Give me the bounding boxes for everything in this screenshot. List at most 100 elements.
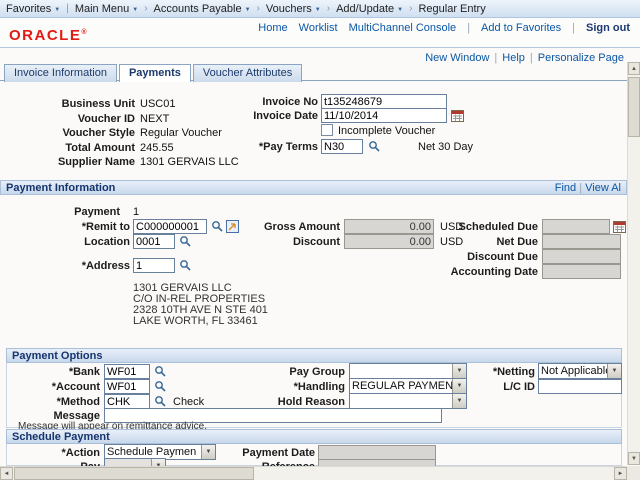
address-input[interactable] — [133, 258, 175, 273]
netting-value: Not Applicable — [539, 364, 607, 378]
add-to-favorites-link[interactable]: Add to Favorites — [481, 22, 561, 34]
lc-id-input[interactable] — [538, 379, 622, 394]
payment-date-input — [318, 445, 436, 460]
payment-options-header: Payment Options — [6, 348, 622, 363]
handling-value: REGULAR PAYMENTS — [350, 379, 452, 393]
accounting-date-input — [542, 264, 621, 279]
incomplete-voucher-checkbox[interactable] — [321, 124, 333, 136]
tab-invoice-information[interactable]: Invoice Information — [4, 64, 117, 82]
page-action-links: New Window | Help | Personalize Page — [425, 52, 624, 64]
view-all-link[interactable]: View Al — [585, 182, 621, 194]
tab-voucher-attributes[interactable]: Voucher Attributes — [193, 64, 302, 82]
horizontal-scroll-thumb[interactable] — [14, 467, 254, 480]
sign-out-link[interactable]: Sign out — [586, 22, 630, 34]
breadcrumb-add-update-label: Add/Update — [336, 3, 394, 15]
multichannel-console-link[interactable]: MultiChannel Console — [349, 22, 457, 34]
payment-options-title: Payment Options — [12, 350, 102, 362]
scrollbar-corner — [627, 466, 640, 480]
registered-mark: ® — [81, 29, 86, 36]
breadcrumb-current-page: Regular Entry — [418, 3, 485, 15]
help-link[interactable]: Help — [502, 52, 525, 64]
chevron-down-icon: ▼ — [54, 7, 60, 13]
invoice-date-calendar-icon[interactable] — [451, 109, 464, 122]
account-input[interactable] — [104, 379, 150, 394]
payment-information-title: Payment Information — [6, 182, 115, 193]
method-description: Check — [173, 396, 204, 408]
scroll-left-button[interactable]: ◄ — [0, 467, 13, 480]
payment-information-header: Payment Information Find | View Al — [0, 180, 627, 195]
schedule-payment-header: Schedule Payment — [6, 429, 622, 444]
hold-reason-select[interactable]: ▼ — [349, 393, 467, 409]
address-label: *Address — [40, 260, 130, 272]
chevron-down-icon: ▼ — [132, 7, 138, 13]
invoice-no-label: Invoice No — [238, 96, 318, 108]
remit-to-input[interactable] — [133, 219, 207, 234]
location-input[interactable] — [133, 234, 175, 249]
top-links: Home Worklist MultiChannel Console | Add… — [258, 22, 630, 34]
tab-payments[interactable]: Payments — [119, 64, 191, 82]
pay-terms-lookup-icon[interactable] — [368, 140, 381, 153]
bank-lookup-icon[interactable] — [154, 365, 167, 378]
pay-group-label: Pay Group — [250, 366, 345, 378]
separator: | — [530, 52, 533, 64]
chevron-down-icon: ▼ — [315, 7, 321, 13]
breadcrumb-add-update[interactable]: Add/Update▼ — [336, 3, 403, 15]
location-label: Location — [40, 236, 130, 248]
remit-address-line: LAKE WORTH, FL 33461 — [133, 315, 258, 327]
payment-number: 1 — [133, 206, 139, 218]
remit-to-label: *Remit to — [40, 221, 130, 233]
scheduled-due-calendar-icon[interactable] — [613, 220, 626, 233]
vertical-scroll-thumb[interactable] — [628, 77, 640, 137]
discount-due-input — [542, 249, 621, 264]
breadcrumb-favorites[interactable]: Favorites▼ — [6, 3, 60, 15]
oracle-logo: ORACLE® — [9, 27, 87, 44]
breadcrumb-separator: › — [257, 3, 260, 14]
pay-terms-input[interactable] — [321, 139, 363, 154]
oracle-logo-text: ORACLE — [9, 27, 81, 44]
invoice-date-input[interactable] — [321, 108, 447, 123]
payment-date-label: Payment Date — [230, 447, 315, 459]
remit-to-detail-icon[interactable] — [226, 220, 239, 233]
discount-input — [344, 234, 434, 249]
total-amount-label: Total Amount — [35, 142, 135, 154]
remit-to-lookup-icon[interactable] — [211, 220, 224, 233]
location-lookup-icon[interactable] — [179, 235, 192, 248]
breadcrumb-vouchers[interactable]: Vouchers▼ — [266, 3, 321, 15]
breadcrumb-separator: › — [409, 3, 412, 14]
new-window-link[interactable]: New Window — [425, 52, 489, 64]
method-input[interactable] — [104, 394, 150, 409]
payment-label: Payment — [55, 206, 120, 218]
breadcrumb-separator: › — [327, 3, 330, 14]
voucher-style-label: Voucher Style — [35, 127, 135, 139]
vertical-scrollbar[interactable]: ▲ ▼ — [627, 62, 640, 465]
horizontal-scrollbar[interactable]: ◄ ► — [0, 466, 627, 480]
home-link[interactable]: Home — [258, 22, 287, 34]
breadcrumb-separator: | — [66, 3, 69, 14]
method-label: *Method — [30, 396, 100, 408]
find-link[interactable]: Find — [555, 182, 576, 194]
net-due-input — [542, 234, 621, 249]
pay-terms-description: Net 30 Day — [418, 141, 473, 153]
chevron-down-icon: ▼ — [201, 445, 215, 459]
invoice-no-input[interactable] — [321, 94, 447, 109]
worklist-link[interactable]: Worklist — [299, 22, 338, 34]
breadcrumb-accounts-payable[interactable]: Accounts Payable▼ — [154, 3, 251, 15]
scroll-down-button[interactable]: ▼ — [628, 452, 640, 465]
netting-select[interactable]: Not Applicable▼ — [538, 363, 622, 379]
action-label: *Action — [30, 447, 100, 459]
voucher-style-value: Regular Voucher — [140, 127, 222, 139]
address-lookup-icon[interactable] — [179, 259, 192, 272]
account-lookup-icon[interactable] — [154, 380, 167, 393]
scroll-up-button[interactable]: ▲ — [628, 62, 640, 75]
hold-reason-value — [350, 394, 452, 408]
bank-label: *Bank — [30, 366, 100, 378]
handling-label: *Handling — [250, 381, 345, 393]
action-value: Schedule Paymen — [105, 445, 201, 459]
bank-input[interactable] — [104, 364, 150, 379]
personalize-page-link[interactable]: Personalize Page — [538, 52, 624, 64]
method-lookup-icon[interactable] — [154, 395, 167, 408]
pay-group-select[interactable]: ▼ — [349, 363, 467, 379]
scroll-right-button[interactable]: ► — [614, 467, 627, 480]
breadcrumb-main-menu[interactable]: Main Menu▼ — [75, 3, 138, 15]
handling-select[interactable]: REGULAR PAYMENTS▼ — [349, 378, 467, 394]
